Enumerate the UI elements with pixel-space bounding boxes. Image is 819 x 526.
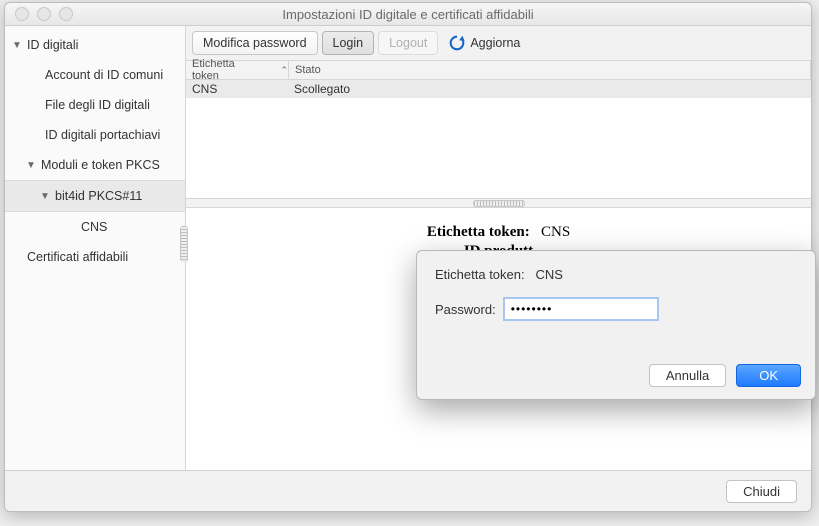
sidebar-item-trusted-certs[interactable]: Certificati affidabili <box>5 242 185 272</box>
sidebar-item-keychain-ids[interactable]: ID digitali portachiavi <box>5 120 185 150</box>
ok-button[interactable]: OK <box>736 364 801 387</box>
refresh-icon <box>448 34 466 52</box>
table-body: CNS Scollegato <box>186 80 811 199</box>
horizontal-splitter[interactable] <box>186 199 811 208</box>
sidebar-item-digital-id-files[interactable]: File degli ID digitali <box>5 90 185 120</box>
logout-button: Logout <box>378 31 438 55</box>
password-input[interactable] <box>504 298 658 320</box>
grip-icon <box>473 200 525 207</box>
sidebar-item-label: File degli ID digitali <box>25 98 150 112</box>
column-header-token[interactable]: Etichetta token <box>186 61 289 79</box>
login-button[interactable]: Login <box>322 31 375 55</box>
sidebar-item-label: ID digitali <box>25 38 78 52</box>
close-button[interactable]: Chiudi <box>726 480 797 503</box>
cell-state: Scollegato <box>288 82 350 96</box>
chevron-down-icon[interactable]: ▼ <box>25 160 39 171</box>
sidebar-item-common-id-accounts[interactable]: Account di ID comuni <box>5 60 185 90</box>
window-title: Impostazioni ID digitale e certificati a… <box>5 7 811 22</box>
sidebar-item-label: Certificati affidabili <box>25 250 128 264</box>
sidebar-item-digital-ids[interactable]: ▼ ID digitali <box>5 30 185 60</box>
chevron-down-icon[interactable]: ▼ <box>11 40 25 51</box>
sidebar-item-pkcs-modules[interactable]: ▼ Moduli e token PKCS <box>5 150 185 180</box>
sidebar-item-bit4id[interactable]: ▼ bit4id PKCS#11 <box>5 180 185 212</box>
cancel-button[interactable]: Annulla <box>649 364 726 387</box>
modify-password-button[interactable]: Modifica password <box>192 31 318 55</box>
sidebar-item-label: CNS <box>25 220 107 234</box>
sidebar-item-label: Moduli e token PKCS <box>39 158 160 172</box>
detail-token-label: Etichetta token: CNS <box>186 224 811 241</box>
sidebar-item-label: bit4id PKCS#11 <box>53 189 142 203</box>
toolbar: Modifica password Login Logout Aggiorna <box>186 26 811 61</box>
window-footer: Chiudi <box>5 470 811 511</box>
table-row[interactable]: CNS Scollegato <box>186 80 811 98</box>
refresh-button[interactable]: Aggiorna <box>442 32 530 54</box>
column-header-state[interactable]: Stato <box>289 61 811 79</box>
dialog-prompt: Etichetta token: CNS <box>435 267 797 282</box>
sidebar-item-label: Account di ID comuni <box>25 68 163 82</box>
sidebar-item-cns[interactable]: CNS <box>5 212 185 242</box>
titlebar[interactable]: Impostazioni ID digitale e certificati a… <box>5 3 811 26</box>
sidebar-item-label: ID digitali portachiavi <box>25 128 160 142</box>
main-panel: Modifica password Login Logout Aggiorna … <box>186 26 811 470</box>
sidebar-resize-handle[interactable] <box>180 226 188 262</box>
password-label: Password: <box>435 302 496 317</box>
table-header: Etichetta token Stato <box>186 61 811 80</box>
cell-token: CNS <box>186 82 288 96</box>
sidebar: ▼ ID digitali Account di ID comuni File … <box>5 26 186 470</box>
refresh-label: Aggiorna <box>470 36 520 50</box>
password-dialog: Etichetta token: CNS Password: Annulla O… <box>416 250 816 400</box>
chevron-down-icon[interactable]: ▼ <box>39 191 53 202</box>
